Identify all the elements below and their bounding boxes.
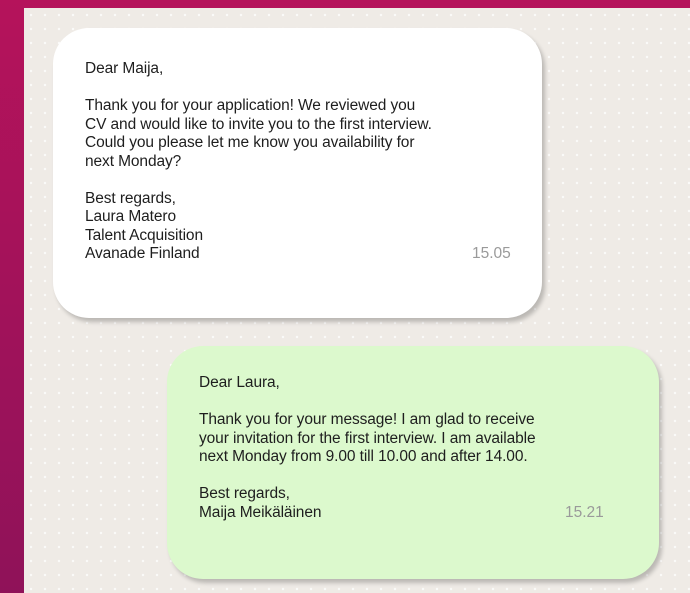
message-closing: Best regards, xyxy=(85,189,176,207)
message-body-line: next Monday from 9.00 till 10.00 and aft… xyxy=(199,448,528,465)
message-body-line: Thank you for your application! We revie… xyxy=(85,97,416,114)
message-body-line: your invitation for the first interview.… xyxy=(199,429,536,447)
message-greeting: Dear Laura, xyxy=(199,374,280,391)
message-body-line: Thank you for your message! I am glad to… xyxy=(199,411,535,428)
message-timestamp: 15.05 xyxy=(472,245,511,262)
message-body-line: next Monday? xyxy=(85,152,182,170)
message-body-line: Could you please let me know you availab… xyxy=(85,134,415,151)
message-last-row: Avanade Finland 15.05 xyxy=(85,245,522,264)
message-bubble-outgoing[interactable]: Dear Laura, Thank you for your message! … xyxy=(167,346,659,579)
message-bubble-incoming[interactable]: Dear Maija, Thank you for your applicati… xyxy=(53,28,542,318)
message-timestamp: 15.21 xyxy=(565,503,604,521)
message-greeting: Dear Maija, xyxy=(85,60,164,77)
message-signature-company: Avanade Finland xyxy=(85,245,200,262)
message-signature-name: Maija Meikäläinen xyxy=(199,503,322,521)
message-closing: Best regards, xyxy=(199,485,290,502)
message-signature-title: Talent Acquisition xyxy=(85,226,203,244)
chat-panel: Dear Maija, Thank you for your applicati… xyxy=(24,8,690,593)
message-body-line: CV and would like to invite you to the f… xyxy=(85,115,432,133)
message-last-row: Maija Meikäläinen 15.21 xyxy=(199,504,639,523)
message-signature-name: Laura Matero xyxy=(85,208,176,225)
